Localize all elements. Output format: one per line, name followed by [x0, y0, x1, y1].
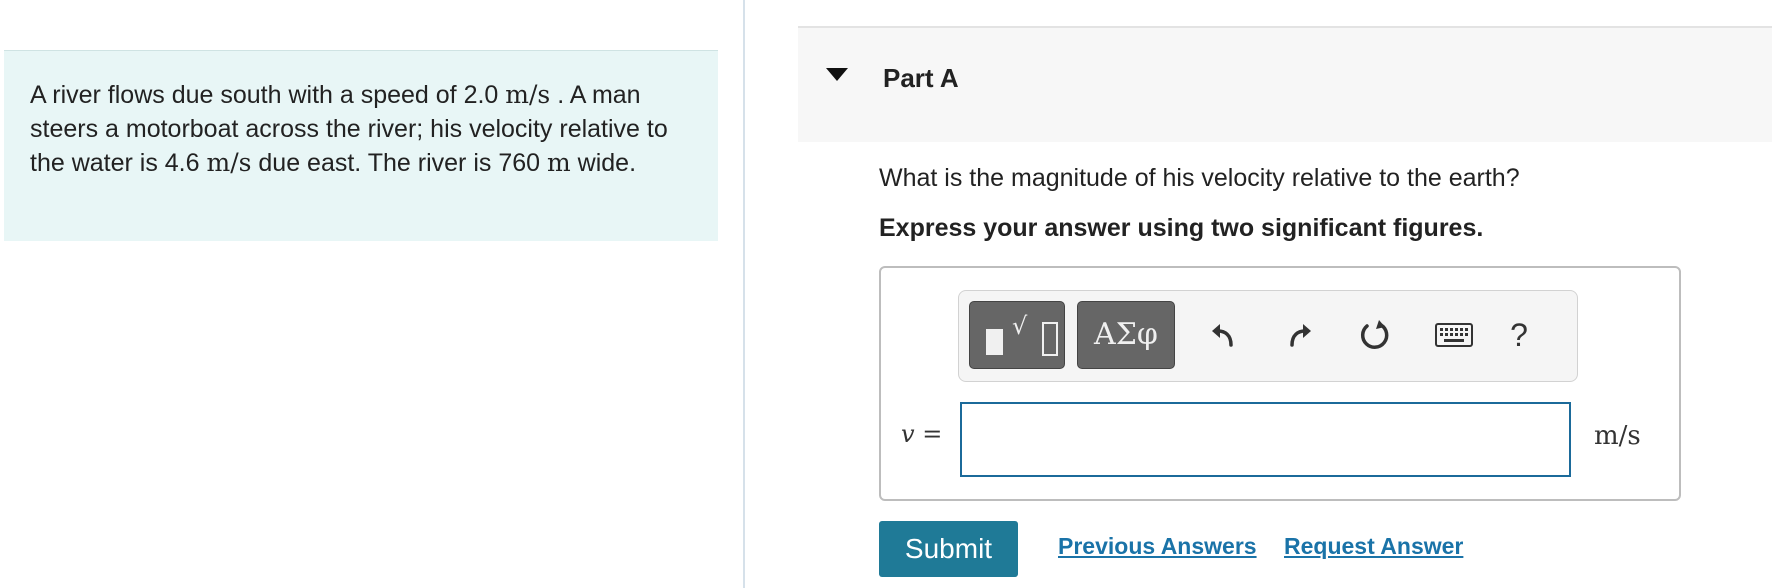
- variable-label: v =: [901, 420, 942, 448]
- unit-m-per-s: m/s: [505, 80, 551, 109]
- answer-input[interactable]: [960, 402, 1571, 477]
- keyboard-button[interactable]: [1434, 315, 1474, 355]
- problem-statement: A river flows due south with a speed of …: [30, 78, 692, 180]
- submit-button[interactable]: Submit: [879, 521, 1018, 577]
- question-text: What is the magnitude of his velocity re…: [879, 164, 1520, 192]
- problem-text-part: A river flows due south with a speed of …: [30, 81, 506, 109]
- part-title: Part A: [883, 63, 959, 93]
- redo-icon: [1290, 324, 1311, 347]
- problem-text-part: wide.: [570, 149, 637, 177]
- unit-m-per-s: m/s: [206, 148, 252, 177]
- symbols-button[interactable]: ΑΣφ: [1077, 301, 1175, 369]
- panel-divider: [743, 0, 745, 588]
- unit-m: m: [547, 148, 571, 177]
- equals-sign: =: [922, 420, 943, 448]
- collapse-caret-icon[interactable]: [826, 68, 848, 81]
- reset-icon: [1360, 320, 1389, 349]
- undo-button[interactable]: [1204, 315, 1244, 355]
- request-answer-link[interactable]: Request Answer: [1284, 533, 1463, 560]
- templates-button[interactable]: √: [969, 301, 1065, 369]
- problem-text-part: due east. The river is 760: [251, 149, 547, 177]
- answer-unit: m/s: [1594, 421, 1641, 451]
- variable-symbol: v: [901, 420, 915, 448]
- problem-panel: A river flows due south with a speed of …: [4, 50, 718, 241]
- reset-button[interactable]: [1354, 315, 1394, 355]
- instruction-text: Express your answer using two significan…: [879, 214, 1484, 242]
- help-button[interactable]: ?: [1489, 315, 1549, 355]
- previous-answers-link[interactable]: Previous Answers: [1058, 533, 1257, 560]
- redo-button[interactable]: [1279, 315, 1319, 355]
- part-header[interactable]: Part A: [798, 26, 1772, 142]
- undo-icon: [1212, 324, 1233, 347]
- keyboard-icon: [1435, 323, 1473, 347]
- math-toolbar: √ ΑΣφ ?: [958, 290, 1578, 382]
- answer-box: √ ΑΣφ ? v = m/s: [879, 266, 1681, 501]
